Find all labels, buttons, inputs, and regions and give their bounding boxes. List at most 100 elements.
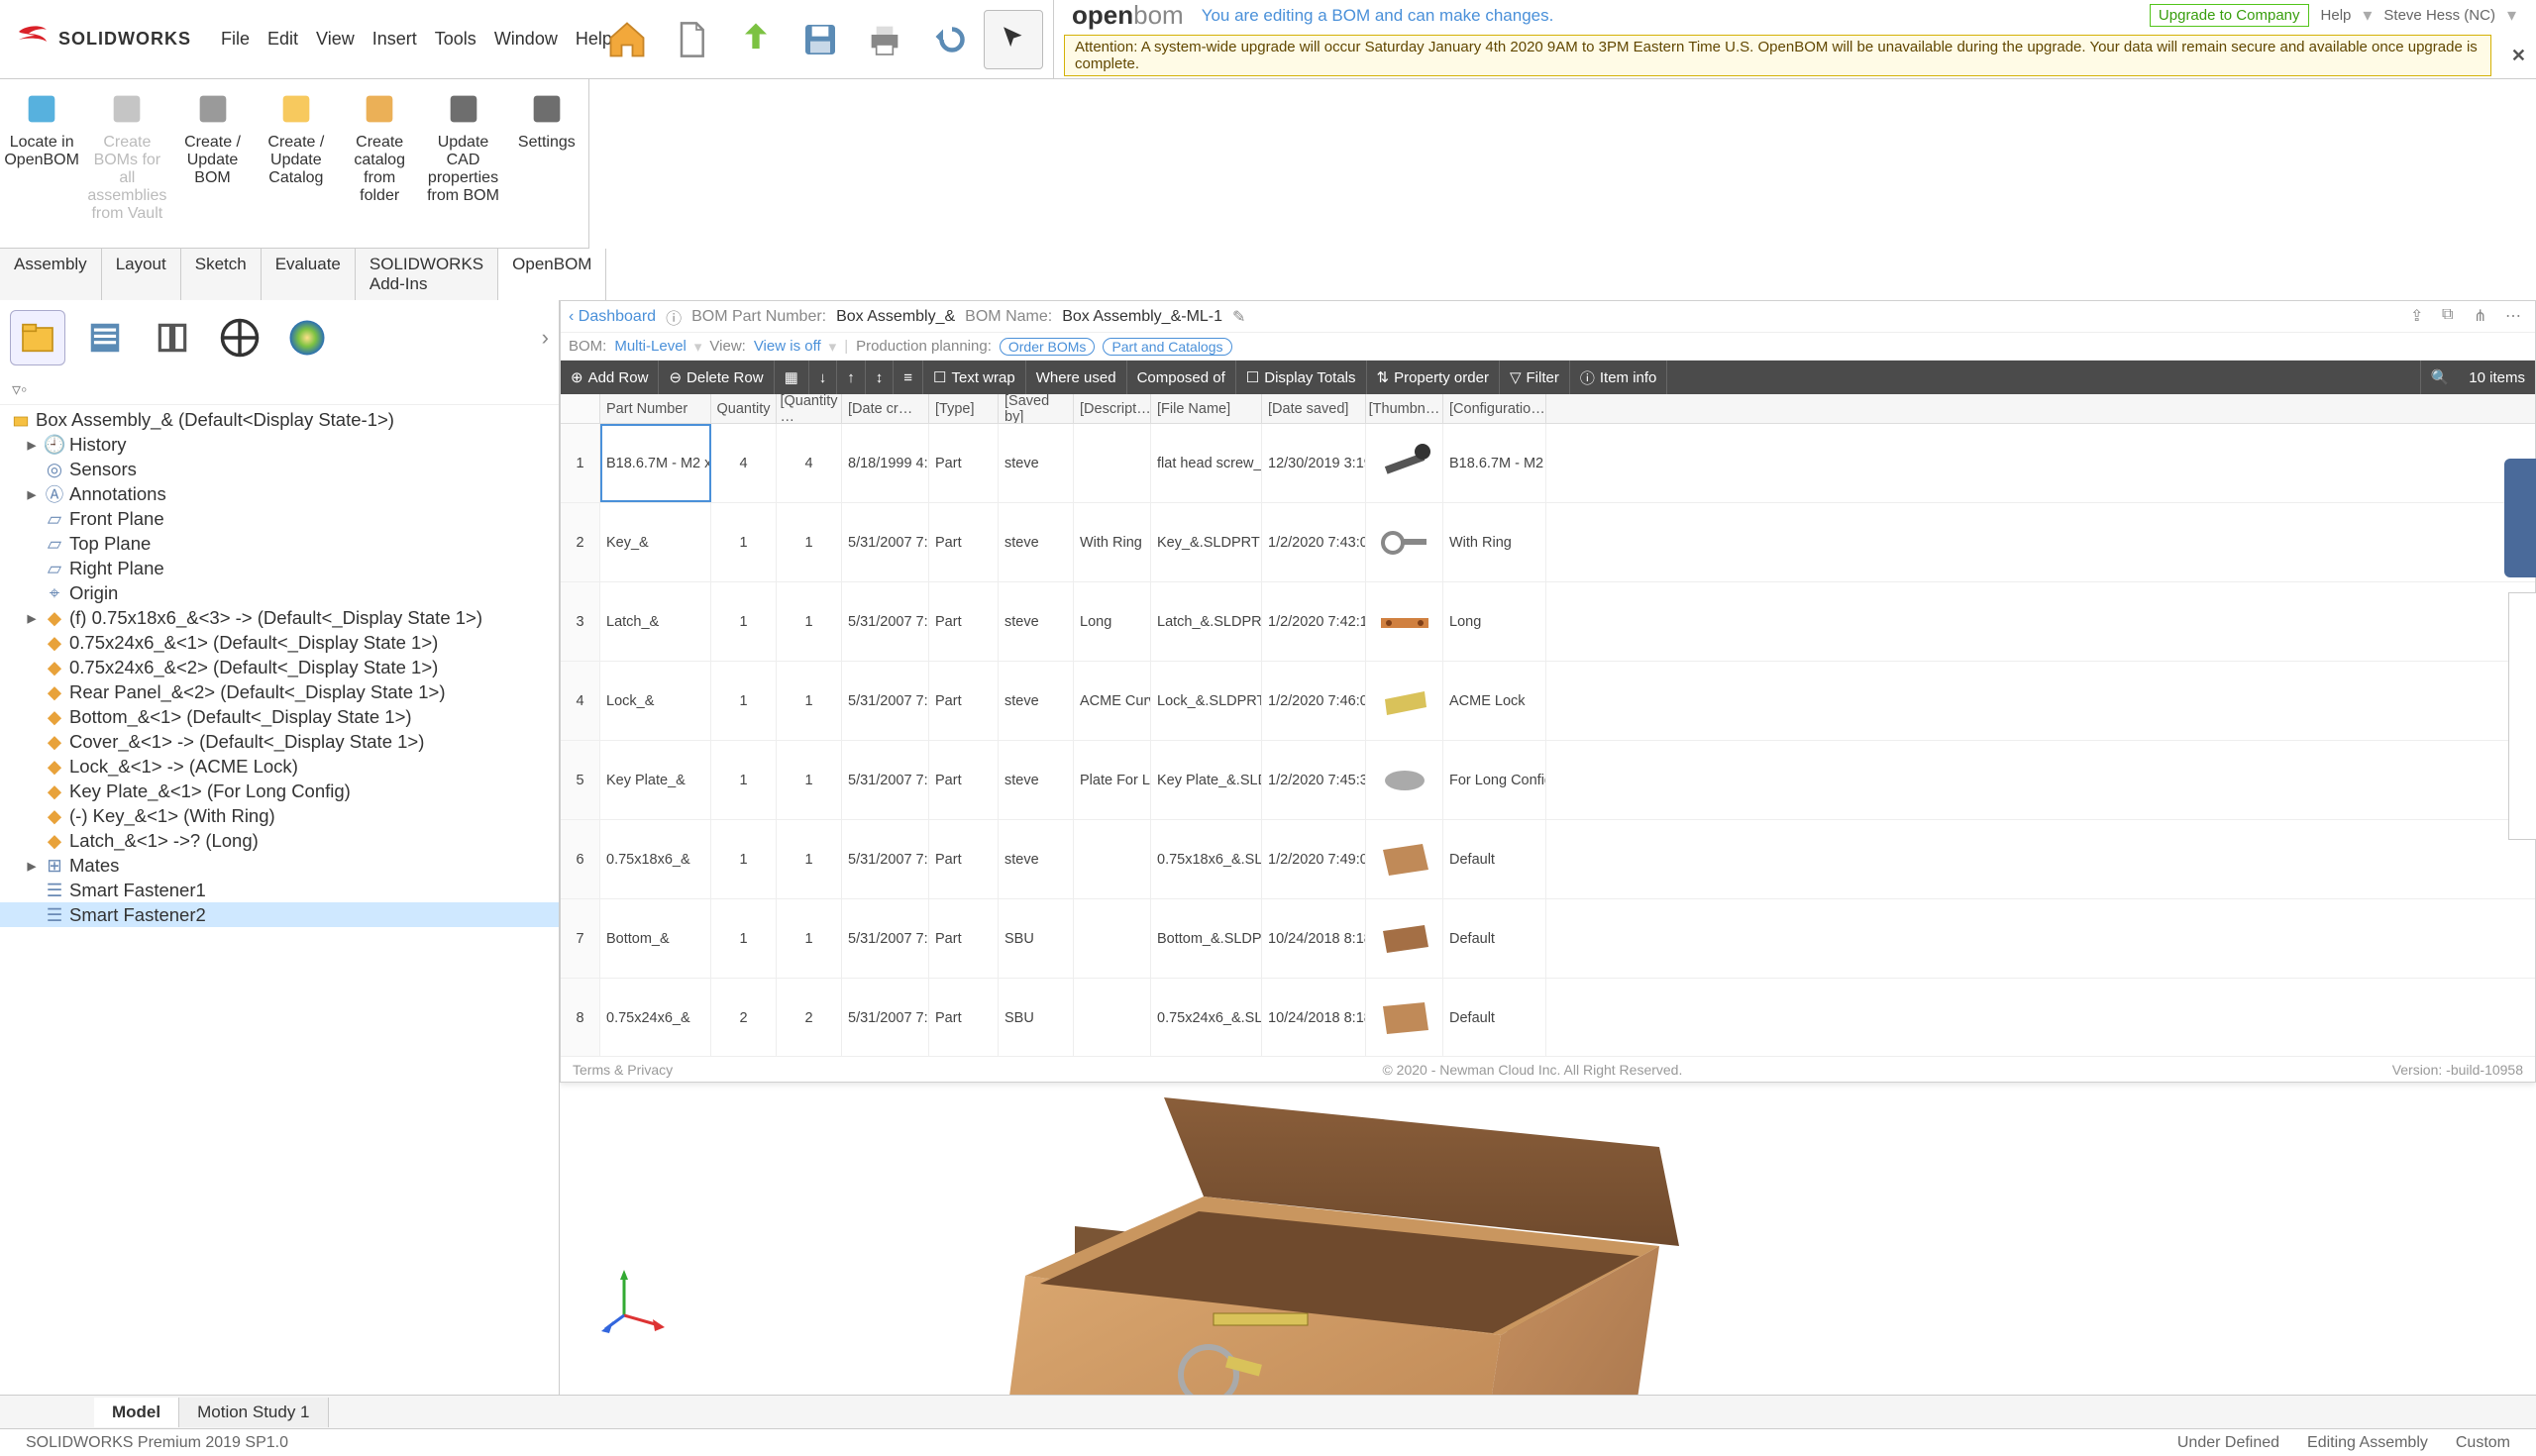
ribbon-item-0[interactable]: Locate in OpenBOM [0, 85, 83, 242]
ribbon-tab-sketch[interactable]: Sketch [181, 249, 262, 300]
tree-item[interactable]: ▱Front Plane [0, 506, 559, 531]
menu-view[interactable]: View [316, 29, 355, 50]
new-doc-button[interactable] [662, 10, 721, 69]
tree-item[interactable]: ▱Top Plane [0, 531, 559, 556]
save-button[interactable] [791, 10, 850, 69]
col-cfg[interactable]: [Configuratio… [1443, 394, 1546, 423]
col-type[interactable]: [Type] [929, 394, 999, 423]
tree-root[interactable]: Box Assembly_& (Default<Display State-1>… [0, 407, 559, 432]
filter-icon[interactable]: ▿◦ [0, 375, 559, 404]
tab-feature-tree[interactable] [10, 310, 65, 365]
property-order-button[interactable]: ⇅Property order [1367, 361, 1500, 394]
display-totals-button[interactable]: ☐Display Totals [1236, 361, 1367, 394]
text-wrap-button[interactable]: ☐Text wrap [923, 361, 1026, 394]
col-qtyt[interactable]: [Quantity … [777, 394, 842, 423]
edit-icon[interactable]: ✎ [1232, 307, 1245, 327]
item-info-button[interactable]: ⓘItem info [1570, 361, 1668, 394]
bom-name-value[interactable]: Box Assembly_&-ML-1 [1062, 308, 1222, 326]
col-thumb[interactable]: [Thumbn… [1366, 394, 1443, 423]
tab-property-mgr[interactable] [77, 310, 133, 365]
tree-item[interactable]: ◆Latch_&<1> ->? (Long) [0, 828, 559, 853]
select-cursor-button[interactable] [984, 10, 1043, 69]
table-row[interactable]: 1 B18.6.7M - M2 x 0… 4 4 8/18/1999 4:… P… [561, 424, 2535, 503]
table-row[interactable]: 3 Latch_& 1 1 5/31/2007 7:… Part steve L… [561, 582, 2535, 662]
filter-button[interactable]: ▽Filter [1500, 361, 1570, 394]
tree-item[interactable]: ▸◆(f) 0.75x18x6_&<3> -> (Default<_Displa… [0, 605, 559, 630]
tree-item[interactable]: ◆Lock_&<1> -> (ACME Lock) [0, 754, 559, 779]
tab-display-mgr[interactable] [279, 310, 335, 365]
chevron-down-icon[interactable]: ▾ [2507, 5, 2516, 26]
tree-item[interactable]: ◆(-) Key_&<1> (With Ring) [0, 803, 559, 828]
info-icon[interactable]: ⓘ [666, 305, 682, 329]
ribbon-tab-assembly[interactable]: Assembly [0, 249, 102, 300]
expand-icon[interactable]: › [542, 325, 549, 351]
grid-body[interactable]: 1 B18.6.7M - M2 x 0… 4 4 8/18/1999 4:… P… [561, 424, 2535, 1056]
feature-tree-list[interactable]: Box Assembly_& (Default<Display State-1>… [0, 404, 559, 1395]
tree-item[interactable]: ☰Smart Fastener1 [0, 878, 559, 902]
ribbon-item-4[interactable]: Create catalog from folder [338, 85, 421, 242]
table-row[interactable]: 5 Key Plate_& 1 1 5/31/2007 7:… Part ste… [561, 741, 2535, 820]
menu-edit[interactable]: Edit [267, 29, 298, 50]
ribbon-item-6[interactable]: Settings [505, 85, 588, 242]
table-row[interactable]: 7 Bottom_& 1 1 5/31/2007 7:… Part SBU Bo… [561, 899, 2535, 979]
composed-of-button[interactable]: Composed of [1127, 361, 1236, 394]
col-datec[interactable]: [Date cr… [842, 394, 929, 423]
col-pn[interactable]: Part Number [600, 394, 711, 423]
tab-motion-study[interactable]: Motion Study 1 [179, 1398, 328, 1427]
copy-icon[interactable]: ⧉ [2442, 306, 2464, 328]
graphics-viewport[interactable]: ‹ Dashboard ⓘ BOM Part Number: Box Assem… [560, 300, 2536, 1395]
more-icon[interactable]: ⋯ [2505, 306, 2527, 328]
col-fn[interactable]: [File Name] [1151, 394, 1262, 423]
close-alert-icon[interactable]: ✕ [2501, 46, 2536, 66]
grid-toggle[interactable]: ▦ [775, 361, 809, 394]
col-desc[interactable]: [Descript… [1074, 394, 1151, 423]
table-row[interactable]: 8 0.75x24x6_& 2 2 5/31/2007 7:… Part SBU… [561, 979, 2535, 1056]
align-button[interactable]: ≡ [894, 361, 923, 394]
part-catalogs-button[interactable]: Part and Catalogs [1103, 338, 1231, 356]
menu-window[interactable]: Window [494, 29, 558, 50]
side-help-tab[interactable] [2504, 459, 2536, 577]
export-icon[interactable]: ⇪ [2410, 306, 2432, 328]
menu-insert[interactable]: Insert [372, 29, 417, 50]
delete-row-button[interactable]: ⊖Delete Row [659, 361, 774, 394]
tree-item[interactable]: ◆Key Plate_&<1> (For Long Config) [0, 779, 559, 803]
tree-item[interactable]: ◆0.75x24x6_&<2> (Default<_Display State … [0, 655, 559, 679]
ribbon-tab-solidworks-add-ins[interactable]: SOLIDWORKS Add-Ins [356, 249, 498, 300]
undo-button[interactable] [919, 10, 979, 69]
bom-val[interactable]: Multi-Level [614, 338, 687, 355]
tree-item[interactable]: ⌖Origin [0, 580, 559, 605]
ribbon-tab-layout[interactable]: Layout [102, 249, 181, 300]
user-name[interactable]: Steve Hess (NC) [2383, 7, 2495, 24]
table-row[interactable]: 4 Lock_& 1 1 5/31/2007 7:… Part steve AC… [561, 662, 2535, 741]
ribbon-item-3[interactable]: Create / Update Catalog [255, 85, 338, 242]
tree-item[interactable]: ▱Right Plane [0, 556, 559, 580]
expand-all[interactable]: ↓ [809, 361, 838, 394]
table-row[interactable]: 2 Key_& 1 1 5/31/2007 7:… Part steve Wit… [561, 503, 2535, 582]
collapse-all[interactable]: ↑ [837, 361, 866, 394]
tree-item[interactable]: ☰Smart Fastener2 [0, 902, 559, 927]
tree-item[interactable]: ▸ⒶAnnotations [0, 481, 559, 506]
tree-item[interactable]: ▸🕘History [0, 432, 559, 457]
search-button[interactable]: 🔍 [2420, 361, 2460, 394]
share-icon[interactable]: ⋔ [2474, 306, 2495, 328]
tree-item[interactable]: ◆Cover_&<1> -> (Default<_Display State 1… [0, 729, 559, 754]
menu-tools[interactable]: Tools [435, 29, 476, 50]
ribbon-item-2[interactable]: Create / Update BOM [170, 85, 254, 242]
col-ds[interactable]: [Date saved] [1262, 394, 1366, 423]
home-button[interactable] [597, 10, 657, 69]
add-row-button[interactable]: ⊕Add Row [561, 361, 659, 394]
ribbon-item-5[interactable]: Update CAD properties from BOM [421, 85, 504, 242]
print-button[interactable] [855, 10, 914, 69]
tab-dimxpert[interactable] [212, 310, 267, 365]
open-button[interactable] [726, 10, 786, 69]
ribbon-tab-evaluate[interactable]: Evaluate [262, 249, 356, 300]
tab-model[interactable]: Model [94, 1398, 179, 1427]
table-row[interactable]: 6 0.75x18x6_& 1 1 5/31/2007 7:… Part ste… [561, 820, 2535, 899]
upgrade-button[interactable]: Upgrade to Company [2150, 4, 2309, 27]
menu-file[interactable]: File [221, 29, 250, 50]
chevron-down-icon[interactable]: ▾ [2363, 5, 2372, 26]
view-val[interactable]: View is off [754, 338, 821, 355]
terms-link[interactable]: Terms & Privacy [573, 1062, 673, 1078]
col-qty[interactable]: Quantity [711, 394, 777, 423]
help-link[interactable]: Help [2321, 7, 2352, 24]
